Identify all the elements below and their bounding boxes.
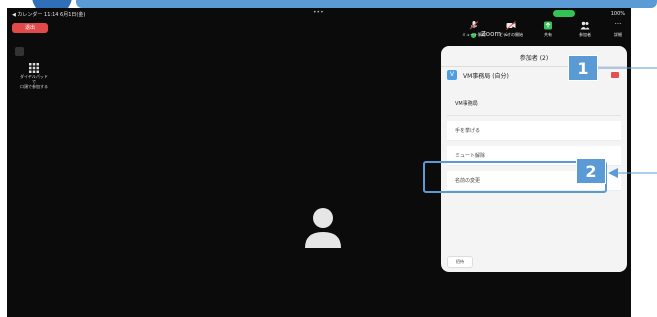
invite-button[interactable]: 招待	[447, 256, 473, 268]
callout-step-2: 2	[576, 158, 606, 184]
participant-initial-avatar: V	[447, 70, 457, 80]
share-label: 共有	[544, 32, 552, 37]
more-label: 詳細	[614, 32, 622, 37]
start-video-label: ビデオの開始	[499, 32, 523, 37]
raise-hand-menu-item[interactable]: 手を挙げる	[447, 121, 621, 141]
leave-meeting-button[interactable]: 退出	[12, 23, 48, 33]
menu-header: VM事務局	[455, 101, 478, 107]
guide-top-banner	[76, 0, 657, 8]
dialpad-label: ダイヤルパッド で 口頭で参加する	[20, 74, 48, 89]
participant-name: VM事務局 (自分)	[463, 73, 509, 80]
unmute-label: ミュート解除	[462, 32, 486, 37]
dialpad-icon	[29, 63, 39, 73]
participants-icon	[580, 21, 590, 30]
unmute-button[interactable]: ミュート解除	[457, 21, 491, 37]
callout-step-1: 1	[568, 55, 598, 81]
more-icon: ···	[614, 20, 622, 28]
divider	[447, 115, 621, 116]
callout-2-arrow	[608, 168, 657, 178]
multitask-dots-icon[interactable]: •••	[313, 9, 324, 16]
participants-button[interactable]: 参加者	[568, 21, 602, 37]
share-icon	[544, 21, 552, 30]
camera-switch-icon[interactable]	[15, 47, 24, 56]
video-camera-icon	[506, 21, 516, 30]
start-video-button[interactable]: ビデオの開始	[494, 21, 528, 37]
share-button[interactable]: 共有	[531, 21, 565, 37]
participants-label: 参加者	[579, 32, 591, 37]
call-status-pill	[553, 10, 575, 17]
more-button[interactable]: ··· 詳細	[601, 20, 635, 38]
participant-avatar-icon	[305, 208, 341, 248]
battery-percent: 100%	[610, 11, 625, 17]
status-left-text: ◀ カレンダー 11:14 6月1日(金)	[12, 12, 86, 18]
dialpad-button[interactable]: ダイヤルパッド で 口頭で参加する	[19, 63, 49, 89]
callout-1-leader-line	[596, 67, 657, 69]
microphone-icon	[469, 21, 479, 30]
panel-title: 参加者 (2)	[519, 55, 549, 62]
